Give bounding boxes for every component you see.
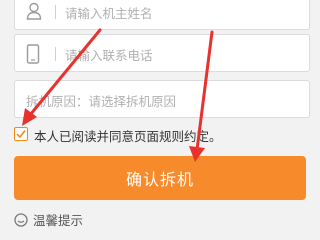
field-separator xyxy=(55,47,56,61)
agreement-label: 本人已阅读并同意页面规则约定。 xyxy=(34,129,222,144)
phone-field[interactable]: 请输入联系电话 xyxy=(14,34,310,72)
phone-placeholder: 请输入联系电话 xyxy=(65,48,153,63)
field-separator xyxy=(55,5,56,19)
removal-reason-placeholder: 拆机原因：请选择拆机原因 xyxy=(26,94,177,109)
checkmark-icon xyxy=(16,130,26,139)
agreement-checkbox[interactable] xyxy=(14,127,28,141)
confirm-removal-button[interactable]: 确认拆机 xyxy=(14,156,306,200)
owner-name-placeholder: 请输入机主姓名 xyxy=(65,6,153,21)
user-icon xyxy=(26,2,42,22)
phone-icon xyxy=(26,44,42,64)
tips-label: 温馨提示 xyxy=(33,213,84,228)
removal-reason-select[interactable]: 拆机原因：请选择拆机原因 xyxy=(14,80,310,118)
owner-name-field[interactable]: 请输入机主姓名 xyxy=(14,0,310,30)
agreement-row[interactable]: 本人已阅读并同意页面规则约定。 xyxy=(14,125,304,145)
smile-icon xyxy=(14,212,28,231)
